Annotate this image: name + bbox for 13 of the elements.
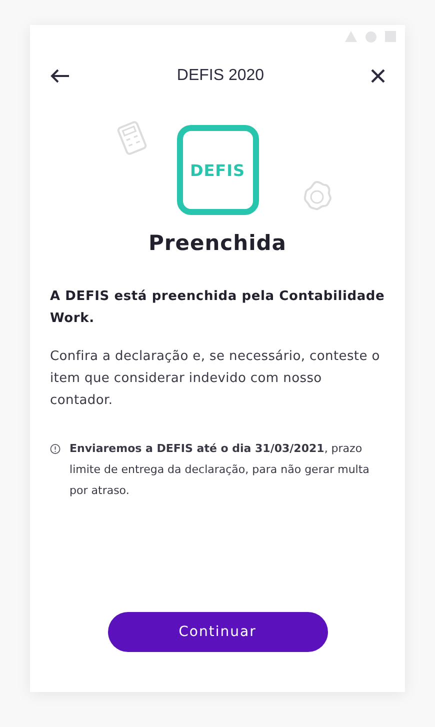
calculator-icon bbox=[115, 119, 149, 157]
back-arrow-icon bbox=[50, 69, 70, 83]
close-icon bbox=[371, 69, 385, 83]
document-label: DEFIS bbox=[190, 160, 246, 180]
back-button[interactable] bbox=[50, 69, 70, 83]
intro-text: A DEFIS está preenchida pela Contabilidade Work. bbox=[50, 288, 385, 328]
screen-title: DEFIS 2020 bbox=[176, 67, 264, 85]
close-button[interactable] bbox=[371, 69, 385, 83]
notice-text: Enviaremos a DEFIS até o dia 31/03/2021, prazo limite de entrega da declaração, para não gerar multa por atraso. bbox=[70, 441, 370, 499]
continue-button[interactable]: Continuar bbox=[108, 612, 328, 652]
status-icons-drawing bbox=[345, 31, 397, 43]
body-text: Confira a declaração e, se necessário, conteste o item que considerar indevido com nosso contador. bbox=[50, 348, 381, 410]
status-title: Preenchida bbox=[148, 231, 288, 255]
